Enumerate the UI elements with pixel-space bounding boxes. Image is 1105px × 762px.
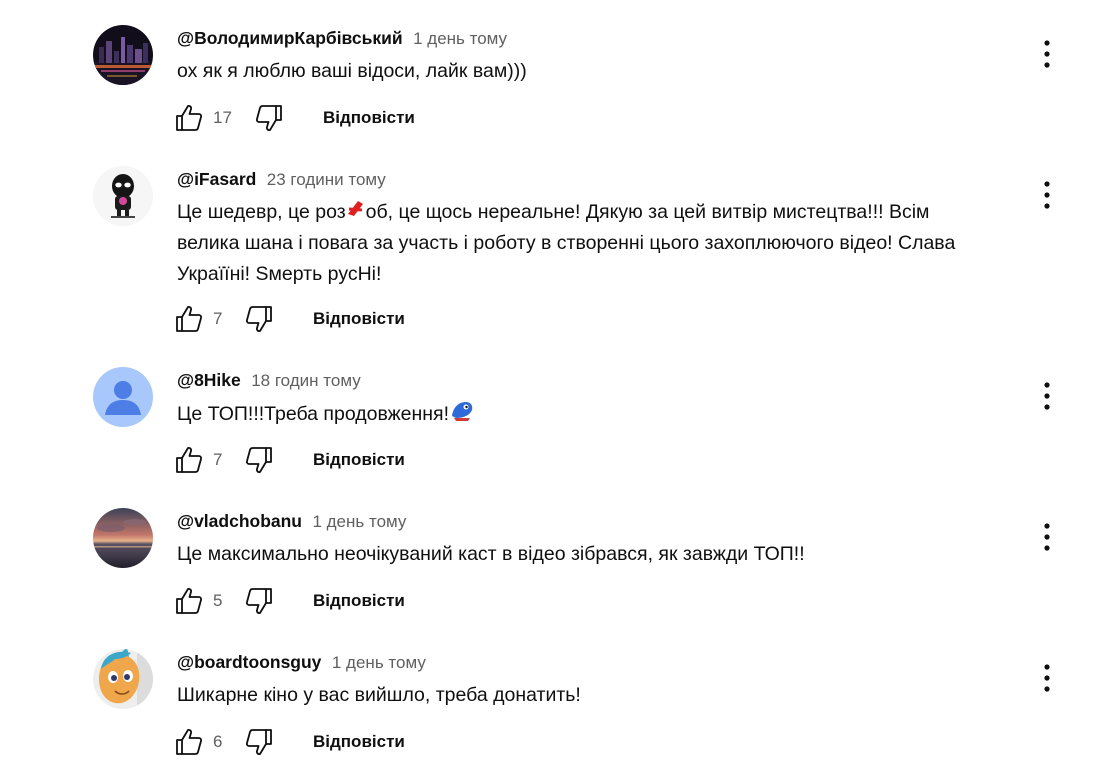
thumb-up-icon	[173, 102, 205, 134]
avatar[interactable]	[93, 166, 153, 226]
thumb-down-icon	[243, 444, 275, 476]
comment-time[interactable]: 1 день тому	[312, 512, 406, 531]
default-person-avatar-icon	[93, 367, 153, 427]
comment-header: @boardtoonsguy 1 день тому	[177, 652, 426, 674]
dislike-button[interactable]	[243, 585, 275, 617]
comment-time[interactable]: 1 день тому	[332, 653, 426, 672]
like-count: 7	[213, 309, 223, 328]
reply-button[interactable]: Відповісти	[313, 309, 405, 329]
like-button[interactable]	[173, 726, 205, 758]
comment-time[interactable]: 1 день тому	[413, 29, 507, 48]
thumb-down-icon	[253, 102, 285, 134]
comment-header: @ВолодимирКарбівський 1 день тому	[177, 28, 507, 50]
comment-header: @8Hike 18 годин тому	[177, 370, 361, 392]
sunset-sea-avatar-icon	[93, 508, 153, 568]
thumb-up-icon	[173, 585, 205, 617]
comment-text-part: Це шедевр, це роз	[177, 201, 346, 223]
comment-text: Це максимально неочікуваний каст в відео…	[177, 543, 805, 565]
reply-button[interactable]: Відповісти	[313, 591, 405, 611]
dislike-button[interactable]	[243, 444, 275, 476]
comment-header: @vladchobanu 1 день тому	[177, 511, 406, 533]
like-button[interactable]	[173, 303, 205, 335]
like-button[interactable]	[173, 102, 205, 134]
alien-character-avatar-icon	[93, 166, 153, 226]
thumb-up-icon	[173, 726, 205, 758]
like-count: 5	[213, 591, 223, 610]
cartoon-pony-avatar-icon	[93, 649, 153, 709]
more-vert-icon	[1032, 520, 1062, 554]
blue-bird-emoji-icon	[449, 398, 475, 432]
comment-text: Це шедевр, це роз об, це щось нереальне! …	[177, 197, 997, 290]
comment-text: Це ТОП!!!Треба продовження!	[177, 398, 997, 432]
thumb-down-icon	[243, 726, 275, 758]
reply-button[interactable]: Відповісти	[313, 450, 405, 470]
reply-button[interactable]: Відповісти	[323, 108, 415, 128]
comment-time[interactable]: 18 годин тому	[251, 371, 361, 390]
like-count: 7	[213, 450, 223, 469]
comment-text: ох як я люблю ваші відоси, лайк вам)))	[177, 60, 527, 82]
like-count: 17	[213, 108, 232, 127]
comment-time[interactable]: 23 години тому	[267, 170, 386, 189]
comment-author[interactable]: @iFasard	[177, 169, 256, 189]
comment-menu-button[interactable]	[1032, 37, 1062, 71]
comment-menu-button[interactable]	[1032, 379, 1062, 413]
comment-author[interactable]: @vladchobanu	[177, 511, 302, 531]
like-button[interactable]	[173, 585, 205, 617]
comment-menu-button[interactable]	[1032, 520, 1062, 554]
dislike-button[interactable]	[243, 303, 275, 335]
reply-button[interactable]: Відповісти	[313, 732, 405, 752]
more-vert-icon	[1032, 661, 1062, 695]
city-night-avatar-icon	[93, 25, 153, 85]
thumb-down-icon	[243, 585, 275, 617]
thumb-down-icon	[243, 303, 275, 335]
more-vert-icon	[1032, 37, 1062, 71]
like-button[interactable]	[173, 444, 205, 476]
avatar[interactable]	[93, 649, 153, 709]
comment-text: Шикарне кіно у вас вийшло, треба донатит…	[177, 684, 581, 706]
dislike-button[interactable]	[253, 102, 285, 134]
thumb-up-icon	[173, 303, 205, 335]
comment-author[interactable]: @boardtoonsguy	[177, 652, 321, 672]
comment-menu-button[interactable]	[1032, 178, 1062, 212]
more-vert-icon	[1032, 379, 1062, 413]
comment-menu-button[interactable]	[1032, 661, 1062, 695]
comment-header: @iFasard 23 години тому	[177, 169, 386, 191]
comment-author[interactable]: @8Hike	[177, 370, 241, 390]
avatar[interactable]	[93, 25, 153, 85]
avatar[interactable]	[93, 508, 153, 568]
like-count: 6	[213, 732, 223, 751]
dislike-button[interactable]	[243, 726, 275, 758]
comment-text-part: Це ТОП!!!Треба продовження!	[177, 403, 450, 426]
thumb-up-icon	[173, 444, 205, 476]
more-vert-icon	[1032, 178, 1062, 212]
red-brush-emoji-icon	[346, 197, 366, 228]
comment-author[interactable]: @ВолодимирКарбівський	[177, 28, 403, 48]
avatar[interactable]	[93, 367, 153, 427]
